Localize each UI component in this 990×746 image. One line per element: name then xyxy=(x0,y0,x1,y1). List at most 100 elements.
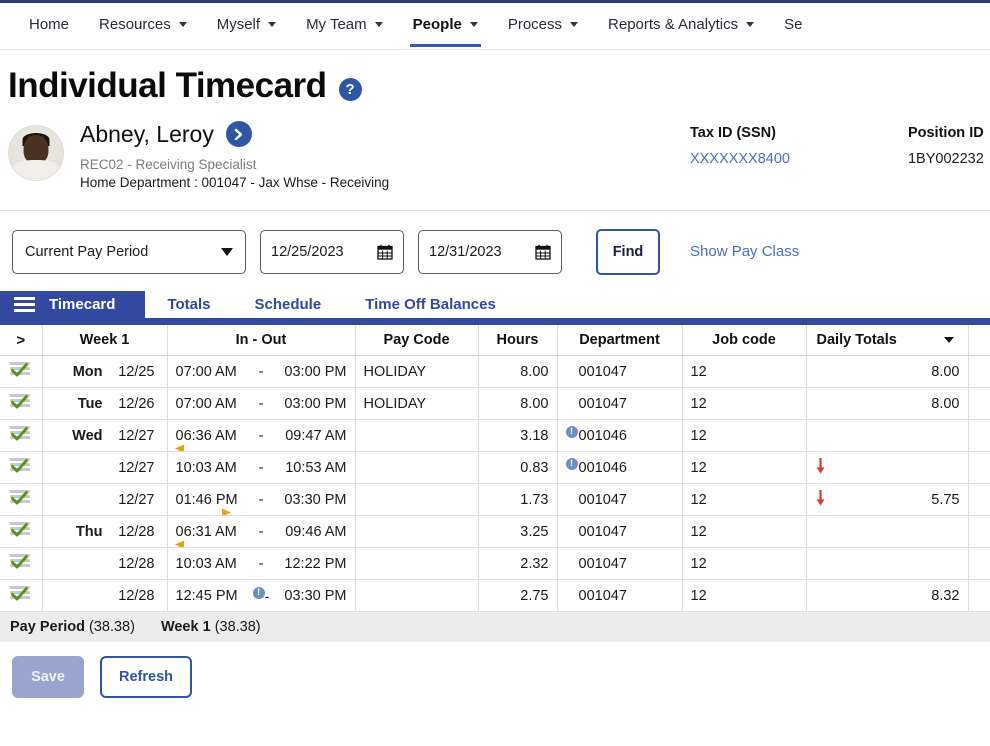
row-department-cell[interactable]: ! 001046 xyxy=(557,451,683,485)
column-header-hours[interactable]: Hours xyxy=(478,324,558,357)
row-time-in[interactable]: 12:45 PM xyxy=(176,588,249,604)
row-pay-code[interactable] xyxy=(355,547,479,581)
tab-schedule[interactable]: Schedule xyxy=(233,291,344,318)
row-time-out[interactable]: 03:00 PM xyxy=(274,396,346,412)
table-row[interactable]: Tue 12/26 07:00 AM -03:00 PM HOLIDAY 8.00 0010… xyxy=(0,387,990,421)
row-status-cell[interactable] xyxy=(0,483,43,517)
column-header-expand[interactable]: > xyxy=(0,324,43,357)
table-row[interactable]: Wed 12/27 06:36 AM -09:47 AM 3.18! 001046 12 xyxy=(0,419,990,453)
row-hours[interactable]: 1.73 xyxy=(478,483,558,517)
nav-item-se[interactable]: Se xyxy=(769,0,817,49)
row-department-cell[interactable]: 001047 xyxy=(557,387,683,421)
approved-check-icon[interactable] xyxy=(9,554,32,569)
nav-item-myself[interactable]: Myself xyxy=(202,0,291,49)
column-header-in-out[interactable]: In - Out xyxy=(167,324,356,357)
row-pay-code[interactable]: HOLIDAY xyxy=(355,387,479,421)
calendar-icon[interactable] xyxy=(535,244,551,260)
tab-totals[interactable]: Totals xyxy=(145,291,232,318)
row-time-out[interactable]: 09:46 AM xyxy=(274,524,346,540)
row-pay-code[interactable] xyxy=(355,515,479,549)
next-employee-icon[interactable] xyxy=(225,121,252,148)
row-hours[interactable]: 0.83 xyxy=(478,451,558,485)
info-icon[interactable]: ! xyxy=(565,425,578,438)
row-in-out-cell[interactable]: 07:00 AM -03:00 PM xyxy=(167,387,356,421)
approved-check-icon[interactable] xyxy=(9,362,32,377)
row-pay-code[interactable]: HOLIDAY xyxy=(355,355,479,389)
info-icon[interactable]: ! xyxy=(565,457,578,470)
nav-item-resources[interactable]: Resources xyxy=(84,0,202,49)
find-button[interactable]: Find xyxy=(596,228,660,275)
tab-time-off-balances[interactable]: Time Off Balances xyxy=(343,291,518,318)
column-header-pay-code[interactable]: Pay Code xyxy=(355,324,479,357)
nav-item-process[interactable]: Process xyxy=(493,0,593,49)
approved-check-icon[interactable] xyxy=(9,522,32,537)
column-header-week[interactable]: Week 1 xyxy=(42,324,168,357)
end-date-input[interactable]: 12/31/2023 xyxy=(418,229,562,274)
row-in-out-cell[interactable]: 01:46 PM -03:30 PM xyxy=(167,483,356,517)
approved-check-icon[interactable] xyxy=(9,586,32,601)
row-job-code[interactable]: 12 xyxy=(682,387,807,421)
row-hours[interactable]: 8.00 xyxy=(478,355,558,389)
row-job-code[interactable]: 12 xyxy=(682,579,807,613)
row-in-out-cell[interactable]: 10:03 AM -12:22 PM xyxy=(167,547,356,581)
row-job-code[interactable]: 12 xyxy=(682,355,807,389)
save-button[interactable]: Save xyxy=(12,656,84,699)
row-time-in[interactable]: 06:36 AM xyxy=(174,428,249,451)
table-row[interactable]: 12/27 10:03 AM -10:53 AM 0.83! 001046 12 xyxy=(0,451,990,485)
row-department-cell[interactable]: 001047 xyxy=(557,483,683,517)
row-department-cell[interactable]: 001047 xyxy=(557,579,683,613)
row-pay-code[interactable] xyxy=(355,483,479,517)
refresh-button[interactable]: Refresh xyxy=(100,656,192,699)
row-time-out[interactable]: 03:30 PM xyxy=(274,588,346,604)
column-header-department[interactable]: Department xyxy=(557,324,683,357)
approved-check-icon[interactable] xyxy=(9,458,32,473)
row-status-cell[interactable] xyxy=(0,579,43,613)
table-row[interactable]: 12/28 10:03 AM -12:22 PM 2.32 001047 12 xyxy=(0,547,990,581)
row-job-code[interactable]: 12 xyxy=(682,483,807,517)
column-header-daily-totals[interactable]: Daily Totals xyxy=(806,324,969,357)
row-time-in[interactable]: 01:46 PM xyxy=(175,492,249,515)
row-hours[interactable]: 3.18 xyxy=(478,419,558,453)
row-status-cell[interactable] xyxy=(0,355,43,389)
row-time-in[interactable]: 07:00 AM xyxy=(176,364,249,380)
start-date-input[interactable]: 12/25/2023 xyxy=(260,229,404,274)
row-time-out[interactable]: 03:00 PM xyxy=(274,364,346,380)
approved-check-icon[interactable] xyxy=(9,394,32,409)
tab-timecard[interactable]: Timecard xyxy=(0,290,146,318)
help-icon[interactable]: ? xyxy=(338,77,362,101)
row-job-code[interactable]: 12 xyxy=(682,451,807,485)
row-time-in[interactable]: 10:03 AM xyxy=(176,556,249,572)
row-department-cell[interactable]: 001047 xyxy=(557,515,683,549)
pay-period-select[interactable]: Current Pay Period xyxy=(12,229,246,274)
hamburger-menu-icon[interactable] xyxy=(14,296,35,312)
row-status-cell[interactable] xyxy=(0,547,43,581)
row-in-out-cell[interactable]: 10:03 AM -10:53 AM xyxy=(167,451,356,485)
approved-check-icon[interactable] xyxy=(9,490,32,505)
nav-item-my-team[interactable]: My Team xyxy=(291,0,398,49)
row-department-cell[interactable]: 001047 xyxy=(557,547,683,581)
row-hours[interactable]: 2.75 xyxy=(478,579,558,613)
info-icon[interactable]: ! xyxy=(252,586,265,599)
nav-item-reports-analytics[interactable]: Reports & Analytics xyxy=(593,0,769,49)
row-pay-code[interactable] xyxy=(355,419,479,453)
table-row[interactable]: Mon 12/25 07:00 AM -03:00 PM HOLIDAY 8.00 0010… xyxy=(0,355,990,389)
row-job-code[interactable]: 12 xyxy=(682,515,807,549)
row-status-cell[interactable] xyxy=(0,419,43,453)
row-in-out-cell[interactable]: 06:31 AM -09:46 AM xyxy=(167,515,356,549)
row-pay-code[interactable] xyxy=(355,451,479,485)
table-row[interactable]: 12/28 12:45 PM! -03:30 PM 2.75 001047 12 8.32 xyxy=(0,579,990,613)
row-department-cell[interactable]: 001047 xyxy=(557,355,683,389)
row-pay-code[interactable] xyxy=(355,579,479,613)
chevron-down-icon[interactable] xyxy=(943,337,954,343)
row-status-cell[interactable] xyxy=(0,387,43,421)
row-hours[interactable]: 8.00 xyxy=(478,387,558,421)
row-time-out[interactable]: 03:30 PM xyxy=(274,492,346,508)
table-row[interactable]: 12/27 01:46 PM -03:30 PM 1.73 001047 12 5.75 xyxy=(0,483,990,517)
row-time-in[interactable]: 07:00 AM xyxy=(176,396,249,412)
row-department-cell[interactable]: ! 001046 xyxy=(557,419,683,453)
tax-id-value[interactable]: XXXXXXX8400 xyxy=(690,151,790,167)
approved-check-icon[interactable] xyxy=(9,426,32,441)
row-job-code[interactable]: 12 xyxy=(682,547,807,581)
nav-item-people[interactable]: People xyxy=(398,0,493,49)
row-in-out-cell[interactable]: 07:00 AM -03:00 PM xyxy=(167,355,356,389)
